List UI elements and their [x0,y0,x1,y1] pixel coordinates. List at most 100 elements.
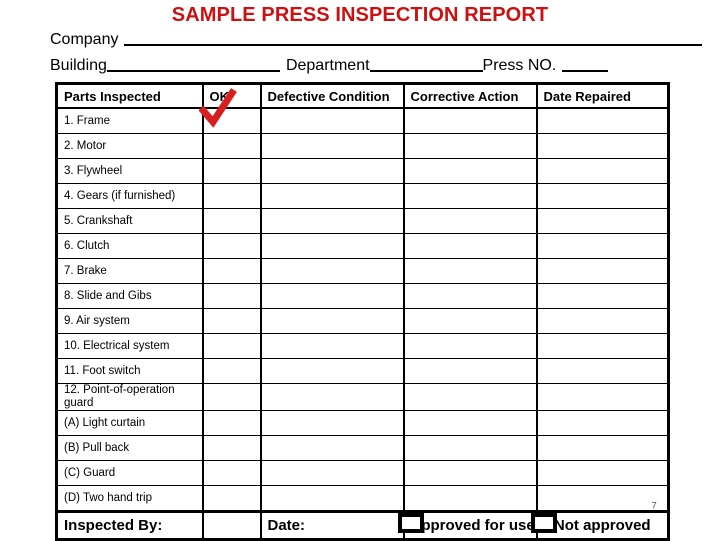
cell-defective-condition[interactable] [259,283,405,309]
building-input-line[interactable] [106,70,280,72]
cell-date-repaired[interactable] [535,283,670,309]
not-approved-checkbox[interactable] [531,513,557,533]
building-department-press-row: Building Department Press NO. [0,54,720,76]
cell-corrective-action[interactable] [402,333,538,359]
cell-defective-condition[interactable] [259,158,405,184]
cell-date-repaired[interactable] [535,258,670,284]
cell-date-repaired[interactable] [535,183,670,209]
part-label: (C) Guard [64,467,116,479]
table-footer-row: Inspected By: Date: Approved for use Not… [55,510,670,541]
cell-corrective-action[interactable] [402,460,538,486]
table-row: 12. Point-of-operation guard [55,383,670,411]
cell-ok[interactable] [201,233,262,259]
column-header-corrective-action-label: Corrective Action [410,88,519,104]
cell-date-repaired[interactable] [535,333,670,359]
cell-date-repaired[interactable] [535,435,670,461]
table-row: 7. Brake [55,258,670,284]
cell-defective-condition[interactable] [259,410,405,436]
cell-defective-condition[interactable] [259,308,405,334]
part-label: 12. Point-of-operation guard [64,384,175,410]
cell-defective-condition[interactable] [259,183,405,209]
cell-corrective-action[interactable] [402,435,538,461]
department-input-line[interactable] [369,70,483,72]
cell-corrective-action[interactable] [402,183,538,209]
press-no-input-line[interactable] [562,70,609,72]
cell-corrective-action[interactable] [402,107,538,134]
cell-defective-condition[interactable] [259,435,405,461]
column-header-corrective-action: Corrective Action [402,82,538,109]
cell-defective-condition[interactable] [259,107,405,134]
cell-ok[interactable] [201,283,262,309]
inspection-table-wrapper: Parts Inspected OK Defective Condition C… [55,82,670,541]
cell-ok[interactable] [201,460,262,486]
cell-date-repaired[interactable] [535,233,670,259]
company-input-line[interactable] [124,44,703,46]
cell-defective-condition[interactable] [259,485,405,512]
cell-ok[interactable] [201,107,262,134]
cell-defective-condition[interactable] [259,358,405,384]
cell-defective-condition[interactable] [259,333,405,359]
cell-ok[interactable] [201,308,262,334]
cell-date-repaired[interactable] [535,358,670,384]
cell-defective-condition[interactable] [259,233,405,259]
cell-date-repaired[interactable] [535,410,670,436]
cell-date-repaired[interactable] [535,107,670,134]
part-label: 4. Gears (if furnished) [64,190,176,202]
cell-date-repaired[interactable] [535,158,670,184]
cell-corrective-action[interactable] [402,383,538,411]
column-header-defective-condition-label: Defective Condition [267,88,390,104]
cell-ok[interactable] [201,133,262,159]
inspected-by-ok-cell[interactable] [201,510,262,541]
cell-defective-condition[interactable] [259,383,405,411]
cell-ok[interactable] [201,435,262,461]
cell-corrective-action[interactable] [402,208,538,234]
cell-ok[interactable] [201,333,262,359]
cell-corrective-action[interactable] [402,133,538,159]
cell-defective-condition[interactable] [259,258,405,284]
cell-defective-condition[interactable] [259,133,405,159]
part-label: 5. Crankshaft [64,215,133,227]
cell-ok[interactable] [201,258,262,284]
cell-corrective-action[interactable] [402,358,538,384]
cell-ok[interactable] [201,183,262,209]
cell-part-name: 12. Point-of-operation guard [55,383,204,411]
cell-corrective-action[interactable] [402,308,538,334]
cell-date-repaired[interactable] [535,308,670,334]
cell-date-repaired[interactable] [535,485,670,512]
cell-defective-condition[interactable] [259,460,405,486]
date-cell[interactable]: Date: [259,510,405,541]
page-number: 7 [651,500,657,512]
cell-corrective-action[interactable] [402,283,538,309]
cell-corrective-action[interactable] [402,258,538,284]
cell-part-name: 3. Flywheel [55,158,204,184]
cell-ok[interactable] [201,410,262,436]
cell-date-repaired[interactable] [535,133,670,159]
cell-ok[interactable] [201,383,262,411]
table-row: 9. Air system [55,308,670,334]
cell-date-repaired[interactable] [535,208,670,234]
cell-corrective-action[interactable] [402,233,538,259]
cell-part-name: 5. Crankshaft [55,208,204,234]
cell-defective-condition[interactable] [259,208,405,234]
cell-corrective-action[interactable] [402,158,538,184]
date-label: Date: [267,517,306,534]
cell-corrective-action[interactable] [402,410,538,436]
cell-ok[interactable] [201,158,262,184]
cell-date-repaired[interactable] [535,383,670,411]
department-label: Department [285,57,370,74]
cell-ok[interactable] [201,208,262,234]
cell-corrective-action[interactable] [402,485,538,512]
part-label: 7. Brake [64,265,107,277]
cell-ok[interactable] [201,358,262,384]
table-row: 4. Gears (if furnished) [55,183,670,209]
column-header-date-repaired: Date Repaired [535,82,670,109]
cell-ok[interactable] [201,485,262,512]
approved-for-use-checkbox[interactable] [398,513,424,533]
part-label: 11. Foot switch [64,365,141,377]
inspected-by-cell: Inspected By: [55,510,204,541]
cell-part-name: 7. Brake [55,258,204,284]
cell-part-name: 4. Gears (if furnished) [55,183,204,209]
cell-part-name: 6. Clutch [55,233,204,259]
cell-date-repaired[interactable] [535,460,670,486]
table-row: 11. Foot switch [55,358,670,384]
